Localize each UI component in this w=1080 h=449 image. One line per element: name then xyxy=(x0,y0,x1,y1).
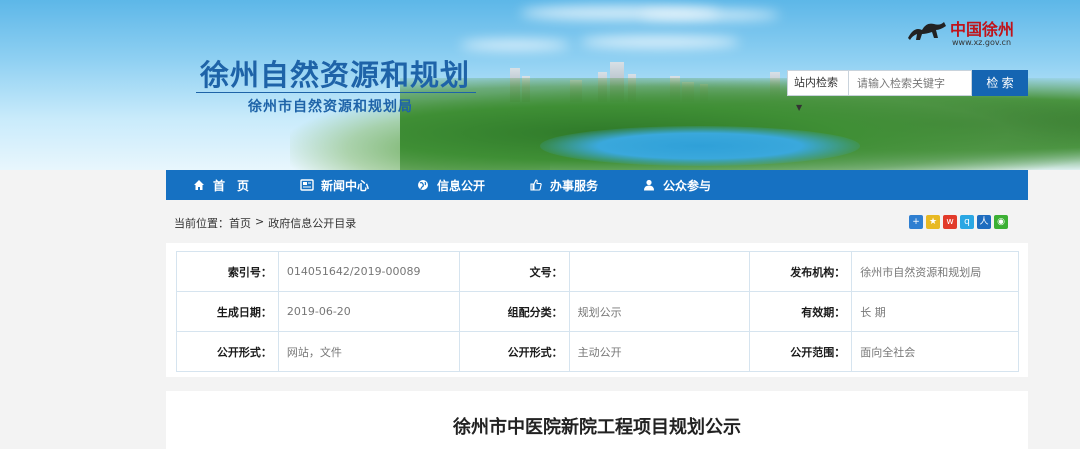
breadcrumb-home-link[interactable]: 首页 xyxy=(229,215,251,231)
newspaper-icon xyxy=(300,178,314,192)
info-value xyxy=(568,251,751,292)
header-banner: 徐州自然资源和规划 徐州市自然资源和规划局 中国徐州 www.xz.gov.cn… xyxy=(0,0,1080,170)
logo-text: 中国徐州 xyxy=(950,20,1015,39)
info-key: 生成日期： xyxy=(176,291,279,332)
title-divider xyxy=(196,92,476,93)
qq-icon[interactable]: q xyxy=(960,215,974,229)
nav-label: 公众参与 xyxy=(663,178,712,193)
qzone-icon[interactable]: ★ xyxy=(926,215,940,229)
cloud xyxy=(580,36,740,48)
nav-item-home[interactable]: 首 页 xyxy=(192,170,249,200)
nav-item-news[interactable]: 新闻中心 xyxy=(300,170,369,200)
plus-share-icon[interactable]: + xyxy=(909,215,923,229)
breadcrumb-current[interactable]: 政府信息公开目录 xyxy=(268,215,356,231)
cloud xyxy=(640,10,780,20)
renren-icon[interactable]: 人 xyxy=(977,215,991,229)
info-value: 网站，文件 xyxy=(277,331,460,372)
search-scope-select[interactable]: 站内检索 ▼ xyxy=(787,70,849,112)
info-key: 发布机构： xyxy=(749,251,853,292)
article-panel: 徐州市中医院新院工程项目规划公示 xyxy=(166,391,1028,449)
table-row: 索引号： 014051642/2019-00089 文号： 发布机构： 徐州市自… xyxy=(176,251,1019,292)
nav-label: 首 页 xyxy=(213,178,250,193)
breadcrumb: 当前位置： 首页 > 政府信息公开目录 xyxy=(174,215,356,231)
info-value: 2019-06-20 xyxy=(277,291,460,332)
info-key: 组配分类： xyxy=(458,291,570,332)
search-scope-label: 站内检索 xyxy=(794,76,838,89)
logo-url: www.xz.gov.cn xyxy=(952,38,1012,47)
document-info-table: 索引号： 014051642/2019-00089 文号： 发布机构： 徐州市自… xyxy=(176,251,1019,372)
share-bar: + ★ w q 人 ◉ xyxy=(909,215,1008,229)
info-value: 014051642/2019-00089 xyxy=(277,251,460,292)
article-title: 徐州市中医院新院工程项目规划公示 xyxy=(453,417,741,438)
horse-emblem-icon xyxy=(906,18,948,44)
nav-item-public-participation[interactable]: 公众参与 xyxy=(642,170,711,200)
nav-label: 新闻中心 xyxy=(321,178,370,193)
user-icon xyxy=(642,178,656,192)
info-key: 公开形式： xyxy=(458,331,570,372)
dropdown-arrow-icon: ▼ xyxy=(796,103,803,112)
search-button[interactable]: 检 索 xyxy=(972,70,1028,96)
info-value: 徐州市自然资源和规划局 xyxy=(851,251,1019,292)
globe-icon xyxy=(416,178,430,192)
info-key: 文号： xyxy=(458,251,570,292)
site-subtitle: 徐州市自然资源和规划局 xyxy=(248,99,413,115)
info-key: 索引号： xyxy=(176,251,279,292)
nav-item-info-disclosure[interactable]: 信息公开 xyxy=(416,170,485,200)
breadcrumb-prefix: 当前位置： xyxy=(174,217,229,230)
info-key: 公开形式： xyxy=(176,331,279,372)
weibo-icon[interactable]: w xyxy=(943,215,957,229)
home-icon xyxy=(192,178,206,192)
info-key: 有效期： xyxy=(749,291,853,332)
main-nav: 首 页 新闻中心 信息公开 办事服务 公众参与 xyxy=(166,170,1028,200)
xuzhou-city-logo[interactable]: 中国徐州 www.xz.gov.cn xyxy=(906,14,1026,52)
lake-image xyxy=(540,126,860,166)
wechat-icon[interactable]: ◉ xyxy=(994,215,1008,229)
nav-label: 信息公开 xyxy=(437,178,486,193)
breadcrumb-separator: > xyxy=(255,215,265,228)
document-info-panel: 索引号： 014051642/2019-00089 文号： 发布机构： 徐州市自… xyxy=(166,243,1028,377)
site-title: 徐州自然资源和规划 xyxy=(200,58,471,92)
info-key: 公开范围： xyxy=(749,331,853,372)
table-row: 公开形式： 网站，文件 公开形式： 主动公开 公开范围： 面向全社会 xyxy=(176,331,1019,372)
info-value: 主动公开 xyxy=(568,331,751,372)
info-value: 规划公示 xyxy=(568,291,751,332)
info-value: 长 期 xyxy=(851,291,1019,332)
info-value: 面向全社会 xyxy=(851,331,1019,372)
table-row: 生成日期： 2019-06-20 组配分类： 规划公示 有效期： 长 期 xyxy=(176,291,1019,332)
nav-item-services[interactable]: 办事服务 xyxy=(529,170,598,200)
cloud xyxy=(460,40,570,50)
nav-label: 办事服务 xyxy=(550,178,599,193)
thumbs-up-icon xyxy=(529,178,543,192)
site-search: 站内检索 ▼ 检 索 xyxy=(787,70,1028,112)
search-input[interactable] xyxy=(849,70,972,96)
